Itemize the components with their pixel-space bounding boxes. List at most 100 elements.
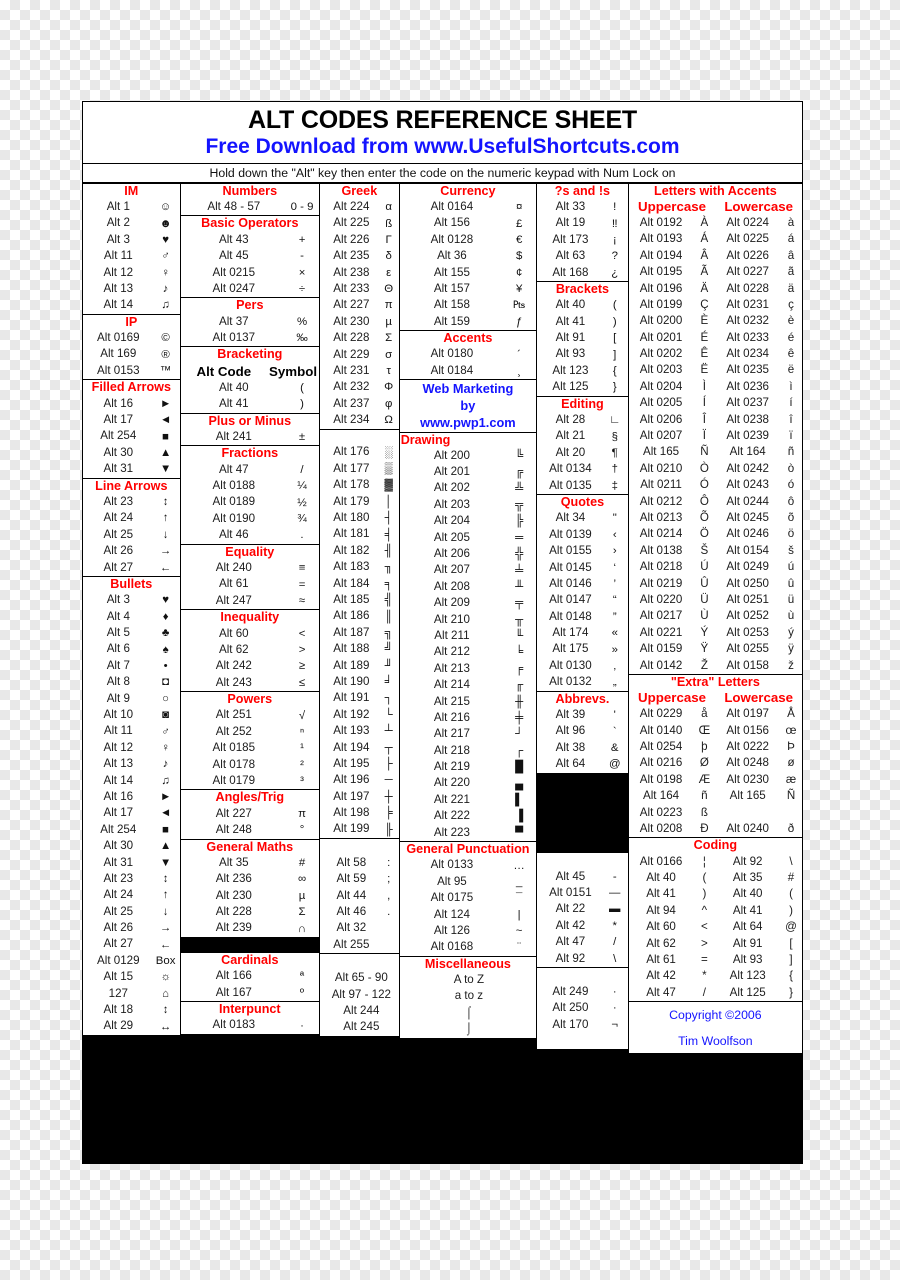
symbol-glyph: Ê: [700, 347, 709, 361]
alt-code: Alt 29: [103, 1019, 134, 1033]
alt-code: Alt 59: [336, 872, 367, 886]
alt-code: Alt 13: [103, 757, 134, 771]
lowercase-cell: Alt 93]: [715, 952, 802, 968]
symbol-glyph: ╢: [384, 544, 393, 557]
alt-code: Alt 15: [103, 970, 134, 984]
misc-row: ⌠: [400, 1005, 536, 1021]
alt-code-header: Alt Code: [196, 363, 252, 379]
letter-row: Alt 164 ñ Alt 165 Ñ: [629, 788, 802, 804]
drawing-row: Alt 212 ╘: [400, 644, 536, 660]
drawing-row: Alt 223 ▀: [400, 825, 536, 841]
code-row: Alt 0178 ²: [181, 757, 319, 773]
letter-row: Alt 0202 Ê Alt 0234 ê: [629, 346, 802, 362]
alt-code: Alt 175: [552, 642, 589, 656]
symbol-glyph: ╧: [515, 564, 524, 577]
sheet-header: ALT CODES REFERENCE SHEET Free Download …: [83, 102, 802, 183]
section-miscellaneous-right: Alt 249 ∙ Alt 250 · Alt 170 ¬: [537, 967, 628, 1050]
alt-code: Alt 164: [643, 789, 680, 803]
symbol-glyph: ╤: [515, 597, 524, 610]
lowercase-cell: Alt 0154 š: [715, 543, 802, 559]
code-row: Alt 16 ►: [83, 396, 180, 412]
drawing-row: Alt 186 ║: [320, 608, 399, 624]
symbol-glyph: ─: [384, 774, 393, 787]
drawing-row: Alt 199 ╟: [320, 821, 399, 837]
uppercase-cell: Alt 0201 É: [629, 330, 716, 346]
drawing-row: Alt 189 ╜: [320, 658, 399, 674]
alt-code: Alt 0234: [726, 347, 769, 361]
letter-row: Alt 0219 Û Alt 0250 û: [629, 576, 802, 592]
symbol-glyph: ": [612, 512, 617, 525]
alt-code: Alt 60: [218, 626, 249, 640]
symbol-glyph: ÿ: [788, 642, 794, 656]
misc-row: Alt 249 ∙: [537, 984, 628, 1000]
symbol-glyph: ’: [613, 578, 616, 591]
letter-row: Alt 0198 Æ Alt 0230 æ: [629, 772, 802, 788]
code-row: Alt 239 ∩: [181, 921, 319, 937]
symbol-glyph: ö: [787, 527, 795, 541]
heading-spacer: [320, 954, 399, 970]
symbol-glyph: ¯: [515, 892, 523, 905]
symbol-glyph: -: [300, 250, 304, 263]
alt-code: Alt 223: [433, 825, 470, 839]
drawing-row: Alt 205 ═: [400, 530, 536, 546]
alt-code: Alt 25: [103, 527, 134, 541]
alt-code: Alt 189: [333, 658, 370, 672]
uppercase-cell: Alt 0229 å: [629, 706, 716, 722]
section-angles-trig: Angles/Trig Alt 227 π Alt 248 °: [180, 790, 320, 839]
code-row: Alt 236 ∞: [181, 871, 319, 887]
drawing-row: Alt 207 ╧: [400, 562, 536, 578]
section-heading: Filled Arrows: [91, 380, 171, 395]
drawing-row: Alt 184 ╕: [320, 576, 399, 592]
letter-row: Alt 41) Alt 40 (: [629, 887, 802, 903]
alt-code: Alt 47: [646, 985, 676, 999]
uppercase-cell: Alt 0207 Ï: [629, 428, 716, 444]
drawing-row: Alt 213 ╒: [400, 661, 536, 677]
alt-code: Alt 97 - 122: [331, 987, 391, 1001]
code-row: Alt 43 +: [181, 232, 319, 248]
symbol-glyph: ¬: [611, 1018, 619, 1031]
lowercase-cell: Alt 40 (: [715, 886, 802, 902]
code-row: Alt 11 ♂: [83, 723, 180, 739]
section-heading: Accents: [443, 331, 493, 346]
lowercase-cell: Alt 0232 è: [715, 313, 802, 329]
symbol-glyph: ╨: [515, 580, 524, 593]
lowercase-cell: Alt 0242 ò: [715, 461, 802, 477]
alt-code: Alt 156: [433, 216, 470, 230]
symbol-glyph: Σ: [298, 906, 306, 919]
symbol-glyph: ╪: [515, 712, 524, 725]
symbol-glyph: €: [515, 233, 523, 246]
code-row: Alt 20 ¶: [537, 445, 628, 461]
alt-code: Alt 16: [103, 396, 134, 410]
alt-code: Alt 179: [333, 494, 370, 508]
symbol-glyph: ╙: [515, 630, 524, 643]
code-row: Alt 234 Ω: [320, 412, 399, 428]
alt-code: Alt 232: [333, 380, 370, 394]
code-row: Alt 228 Σ: [181, 904, 319, 920]
heading-spacer: [320, 839, 399, 855]
code-row: Alt 17 ◄: [83, 412, 180, 428]
uppercase-cell: Alt 0206 Î: [629, 412, 716, 428]
alt-code: Alt 186: [333, 609, 370, 623]
symbol-glyph: ☼: [160, 971, 171, 984]
alt-code: Alt 210: [433, 612, 470, 626]
alt-code: Alt 178: [333, 478, 370, 492]
symbol-glyph: ♫: [161, 774, 170, 787]
symbol-glyph: ó: [787, 478, 795, 492]
web-marketing-link[interactable]: www.pwp1.com: [400, 414, 536, 431]
symbol-glyph: ²: [300, 758, 304, 771]
lowercase-cell: Alt 0236 ì: [715, 379, 802, 395]
symbol-glyph: Å: [787, 707, 795, 721]
web-marketing-block: Web Marketing by www.pwp1.com: [399, 380, 537, 432]
alt-code: Alt 0178: [212, 757, 256, 771]
letter-row: Alt 0213 Õ Alt 0245 õ: [629, 510, 802, 526]
alt-code: Alt 45: [218, 249, 249, 263]
code-row: Alt 27 ←: [83, 560, 180, 576]
alt-code: Alt 0219: [639, 576, 683, 590]
symbol-glyph: Ÿ: [700, 642, 709, 656]
download-link[interactable]: Free Download from www.UsefulShortcuts.c…: [83, 135, 802, 163]
alt-code: Alt 213: [433, 661, 470, 675]
alt-code: Alt 3: [106, 593, 130, 607]
uppercase-cell: Alt 0142 Ž: [629, 658, 716, 674]
alt-code: Alt 182: [333, 543, 370, 557]
code-row: Alt 0169 ©: [83, 330, 180, 346]
